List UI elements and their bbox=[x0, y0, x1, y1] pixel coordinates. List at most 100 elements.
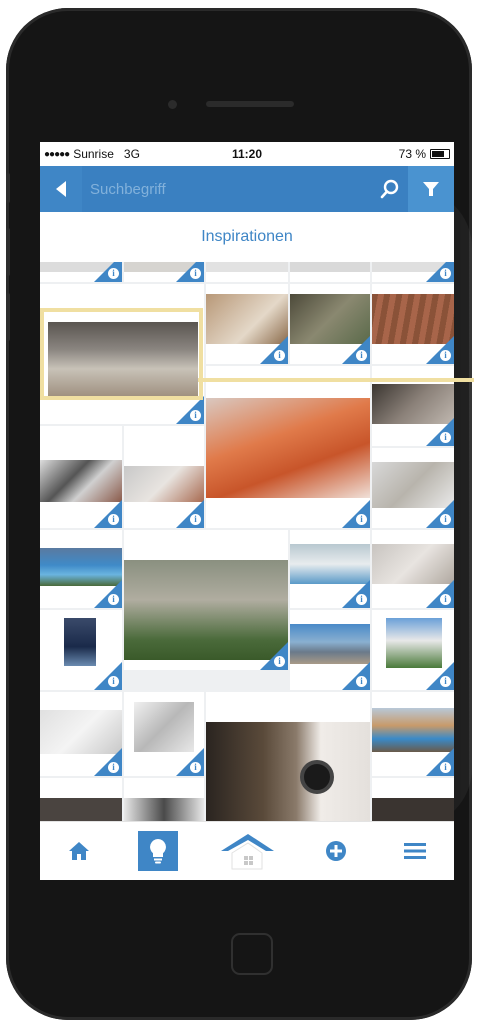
info-corner[interactable] bbox=[342, 580, 370, 608]
photo-tile[interactable]: i bbox=[372, 448, 454, 528]
tab-home[interactable] bbox=[59, 831, 99, 871]
photo-tile[interactable]: i bbox=[124, 692, 204, 776]
info-icon: i bbox=[190, 514, 201, 525]
photo-tile[interactable] bbox=[124, 778, 204, 822]
volume-up-button bbox=[6, 228, 10, 276]
photo-tile[interactable]: i bbox=[40, 610, 122, 690]
info-corner[interactable] bbox=[260, 642, 288, 670]
photo-tile[interactable]: i bbox=[124, 426, 204, 528]
plus-circle-icon bbox=[325, 841, 346, 861]
search-input[interactable] bbox=[88, 179, 372, 199]
photo-tile[interactable]: i bbox=[372, 262, 454, 282]
info-corner[interactable] bbox=[94, 748, 122, 776]
info-icon: i bbox=[190, 410, 201, 421]
photo bbox=[124, 466, 204, 502]
info-icon: i bbox=[440, 268, 451, 279]
photo-tile[interactable]: i bbox=[206, 284, 288, 364]
info-icon: i bbox=[190, 268, 201, 279]
info-icon: i bbox=[108, 594, 119, 605]
app-screen: ●●●●● Sunrise 3G 11:20 73 % Inspiratione… bbox=[40, 142, 454, 880]
battery-icon bbox=[430, 149, 450, 159]
photo-tile[interactable]: i bbox=[290, 530, 370, 608]
info-icon: i bbox=[440, 350, 451, 361]
info-corner[interactable] bbox=[426, 580, 454, 608]
battery-level-fill bbox=[432, 151, 444, 157]
info-corner[interactable] bbox=[94, 580, 122, 608]
tab-add[interactable] bbox=[316, 831, 356, 871]
photo-tile-stove[interactable] bbox=[206, 692, 370, 822]
photo-tile[interactable]: i bbox=[40, 262, 122, 282]
photo bbox=[290, 624, 370, 664]
tab-house[interactable] bbox=[217, 831, 277, 871]
info-icon: i bbox=[440, 594, 451, 605]
stove-window bbox=[300, 760, 334, 794]
mute-switch bbox=[6, 173, 10, 203]
info-corner[interactable] bbox=[176, 396, 204, 424]
photo-tile[interactable] bbox=[206, 262, 288, 282]
page-title: Inspirationen bbox=[40, 212, 454, 262]
info-corner[interactable] bbox=[426, 500, 454, 528]
photo-fabric bbox=[206, 398, 370, 498]
photo-tile[interactable]: i bbox=[40, 426, 122, 528]
info-icon: i bbox=[356, 676, 367, 687]
filter-button[interactable] bbox=[408, 166, 454, 212]
info-corner[interactable] bbox=[426, 418, 454, 446]
info-corner[interactable] bbox=[94, 500, 122, 528]
photo-tile[interactable] bbox=[40, 778, 122, 822]
battery-text: 73 % bbox=[398, 147, 426, 161]
info-icon: i bbox=[190, 762, 201, 773]
home-icon bbox=[69, 842, 90, 860]
photo-tile[interactable] bbox=[290, 262, 370, 282]
photo-tile[interactable]: i bbox=[290, 284, 370, 364]
info-corner[interactable] bbox=[426, 748, 454, 776]
photo-tile[interactable]: i bbox=[372, 610, 454, 690]
info-icon: i bbox=[274, 350, 285, 361]
search-box bbox=[82, 166, 408, 212]
photo-tile[interactable]: i bbox=[372, 692, 454, 776]
info-icon: i bbox=[108, 676, 119, 687]
info-corner[interactable] bbox=[94, 662, 122, 690]
info-icon: i bbox=[440, 514, 451, 525]
photo-tile[interactable]: i bbox=[372, 284, 454, 364]
photo bbox=[372, 798, 454, 822]
photo-tile[interactable]: i bbox=[40, 692, 122, 776]
photo-tile-villa[interactable]: i bbox=[124, 530, 288, 670]
volume-down-button bbox=[6, 293, 10, 341]
lightbulb-icon bbox=[150, 839, 167, 864]
inspiration-grid: i i i i i i i i i i i i i i i i i i i i … bbox=[40, 262, 454, 822]
house-roof-icon bbox=[220, 834, 274, 870]
back-button[interactable] bbox=[40, 166, 82, 212]
photo-tile[interactable] bbox=[372, 778, 454, 822]
photo bbox=[290, 544, 370, 584]
info-corner[interactable] bbox=[342, 662, 370, 690]
photo bbox=[124, 798, 204, 822]
info-corner[interactable] bbox=[426, 336, 454, 364]
photo bbox=[386, 618, 442, 668]
photo bbox=[134, 702, 194, 752]
info-corner[interactable] bbox=[176, 500, 204, 528]
photo-tile-fabric[interactable]: i bbox=[206, 366, 370, 528]
info-corner[interactable] bbox=[342, 336, 370, 364]
info-corner[interactable] bbox=[260, 336, 288, 364]
funnel-icon bbox=[423, 182, 439, 196]
photo bbox=[372, 708, 454, 752]
search-button[interactable] bbox=[372, 179, 408, 199]
tab-menu[interactable] bbox=[395, 831, 435, 871]
tab-inspirations[interactable] bbox=[138, 831, 179, 871]
info-corner[interactable] bbox=[426, 662, 454, 690]
photo-tile[interactable]: i bbox=[124, 262, 204, 282]
photo bbox=[40, 460, 122, 502]
home-hardware-button[interactable] bbox=[231, 933, 273, 975]
tab-bar bbox=[40, 821, 454, 880]
info-corner[interactable] bbox=[176, 748, 204, 776]
info-icon: i bbox=[356, 514, 367, 525]
photo-tile[interactable]: i bbox=[372, 530, 454, 608]
photo bbox=[206, 262, 288, 272]
info-icon: i bbox=[108, 268, 119, 279]
info-icon: i bbox=[356, 350, 367, 361]
front-camera bbox=[168, 100, 177, 109]
info-corner[interactable] bbox=[342, 500, 370, 528]
highlight-frame bbox=[40, 308, 203, 400]
photo-tile[interactable]: i bbox=[290, 610, 370, 690]
photo-tile[interactable]: i bbox=[40, 530, 122, 608]
